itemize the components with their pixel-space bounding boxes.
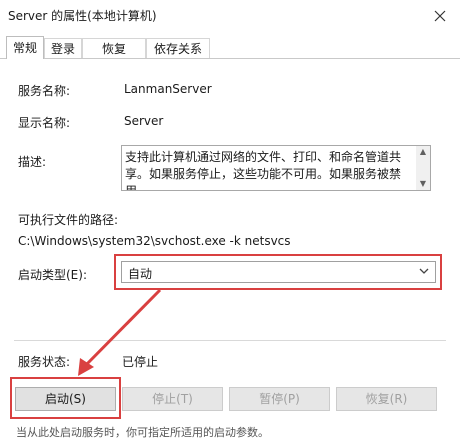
exe-path-value: C:\Windows\system32\svchost.exe -k netsv…	[18, 234, 291, 248]
title-bar: Server 的属性(本地计算机)	[0, 0, 460, 31]
startup-type-value: 自动	[128, 267, 153, 281]
close-icon	[434, 10, 446, 21]
scroll-down-icon[interactable]: ▼	[416, 178, 430, 190]
scroll-up-icon[interactable]: ▲	[416, 146, 430, 158]
service-name-value: LanmanServer	[124, 82, 212, 96]
description-textbox[interactable]: 支持此计算机通过网络的文件、打印、和命名管道共享。如果服务停止，这些功能不可用。…	[121, 145, 431, 191]
stop-button[interactable]: 停止(T)	[122, 387, 223, 411]
service-status-label: 服务状态:	[18, 355, 71, 369]
chevron-down-icon	[419, 268, 429, 274]
startup-type-select[interactable]: 自动	[121, 261, 436, 283]
start-button[interactable]: 启动(S)	[15, 387, 116, 411]
pause-button[interactable]: 暂停(P)	[229, 387, 330, 411]
service-name-label: 服务名称:	[18, 84, 71, 98]
start-parameters-hint: 当从此处启动服务时，你可指定所适用的启动参数。	[16, 426, 269, 439]
window-title: Server 的属性(本地计算机)	[8, 9, 157, 23]
tab-recovery[interactable]: 恢复	[82, 38, 146, 58]
exe-path-label: 可执行文件的路径:	[18, 213, 119, 227]
startup-type-label: 启动类型(E):	[18, 268, 87, 282]
service-status-value: 已停止	[122, 355, 159, 369]
tab-dependencies[interactable]: 依存关系	[146, 38, 210, 58]
tab-general[interactable]: 常规	[6, 36, 44, 59]
description-scrollbar[interactable]: ▲ ▼	[416, 146, 430, 190]
tab-logon[interactable]: 登录	[44, 38, 82, 58]
description-label: 描述:	[18, 155, 47, 169]
display-name-label: 显示名称:	[18, 116, 71, 130]
tab-strip: 常规 登录 恢复 依存关系	[0, 36, 460, 59]
section-divider	[14, 340, 446, 341]
resume-button[interactable]: 恢复(R)	[336, 387, 437, 411]
display-name-value: Server	[124, 114, 164, 128]
close-button[interactable]	[420, 0, 460, 31]
description-text: 支持此计算机通过网络的文件、打印、和命名管道共享。如果服务停止，这些功能不可用。…	[125, 150, 402, 191]
